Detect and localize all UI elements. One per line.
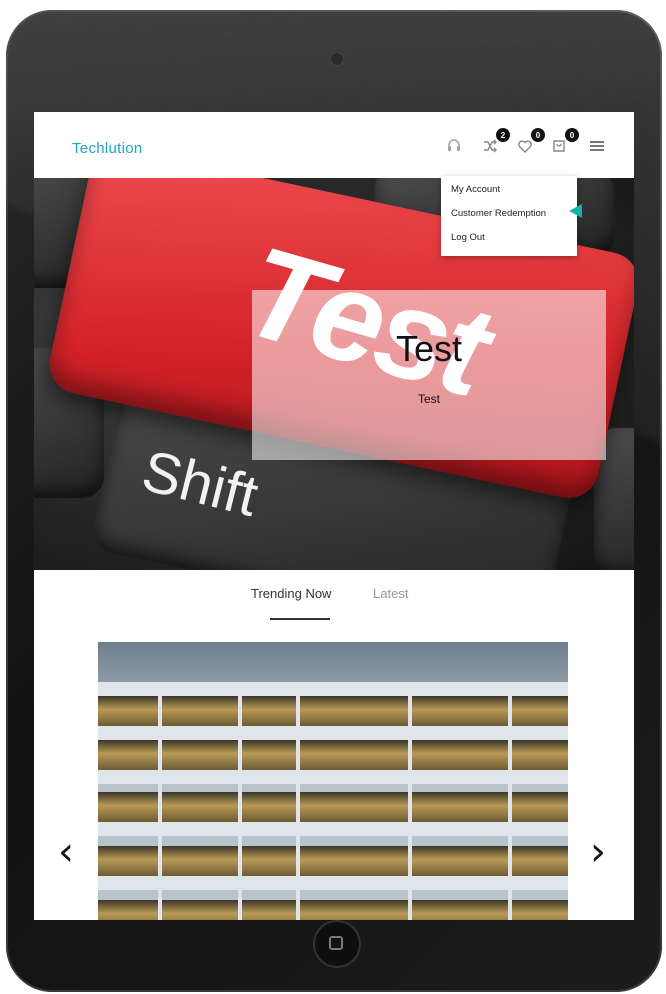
account-dropdown-menu: My Account Customer Redemption Log Out bbox=[441, 176, 577, 256]
front-camera bbox=[331, 53, 343, 65]
heart-icon[interactable]: 0 bbox=[515, 128, 545, 156]
home-square-icon bbox=[329, 936, 343, 950]
building-column bbox=[296, 682, 300, 920]
building-column bbox=[408, 682, 412, 920]
product-image[interactable] bbox=[98, 642, 568, 920]
wishlist-count-badge: 0 bbox=[531, 128, 545, 142]
building-roof bbox=[98, 642, 568, 682]
building-slab bbox=[98, 876, 568, 890]
menu-item-customer-redemption[interactable]: Customer Redemption bbox=[451, 208, 546, 219]
shuffle-icon[interactable]: 2 bbox=[480, 128, 510, 156]
hero-caption-box: Test Test bbox=[252, 290, 606, 460]
building-slab bbox=[98, 822, 568, 836]
hero-title: Test bbox=[395, 328, 463, 369]
building-slab bbox=[98, 726, 568, 740]
building-column bbox=[158, 682, 162, 920]
compare-count-badge: 2 bbox=[496, 128, 510, 142]
tab-latest[interactable]: Latest bbox=[373, 586, 408, 601]
building-slab bbox=[98, 770, 568, 784]
carousel-next-button[interactable]: › bbox=[586, 832, 610, 872]
headset-icon[interactable] bbox=[444, 136, 464, 156]
building-floor bbox=[98, 900, 568, 920]
building-slab bbox=[98, 682, 568, 696]
product-tabs: Trending Now Latest bbox=[34, 570, 634, 630]
building-floor bbox=[98, 740, 568, 770]
hero-subtitle: Test bbox=[417, 392, 440, 406]
site-header: Techlution 2 0 0 bbox=[34, 112, 634, 178]
cart-icon[interactable]: 0 bbox=[549, 128, 579, 156]
active-tab-indicator bbox=[270, 618, 330, 620]
tab-trending-now[interactable]: Trending Now bbox=[251, 586, 331, 601]
menu-icon[interactable] bbox=[587, 136, 607, 156]
cart-count-badge: 0 bbox=[565, 128, 579, 142]
building-column bbox=[508, 682, 512, 920]
menu-item-log-out[interactable]: Log Out bbox=[451, 232, 485, 243]
carousel-prev-button[interactable]: ‹ bbox=[54, 832, 78, 872]
menu-item-my-account[interactable]: My Account bbox=[451, 184, 500, 195]
building-floor bbox=[98, 696, 568, 726]
site-logo[interactable]: Techlution bbox=[72, 140, 143, 157]
pointer-cursor-icon bbox=[569, 204, 582, 218]
screen: Techlution 2 0 0 Test Shift Test bbox=[34, 112, 634, 920]
home-button[interactable] bbox=[313, 920, 361, 968]
building-floor bbox=[98, 792, 568, 822]
building-column bbox=[238, 682, 242, 920]
building-floor bbox=[98, 846, 568, 876]
